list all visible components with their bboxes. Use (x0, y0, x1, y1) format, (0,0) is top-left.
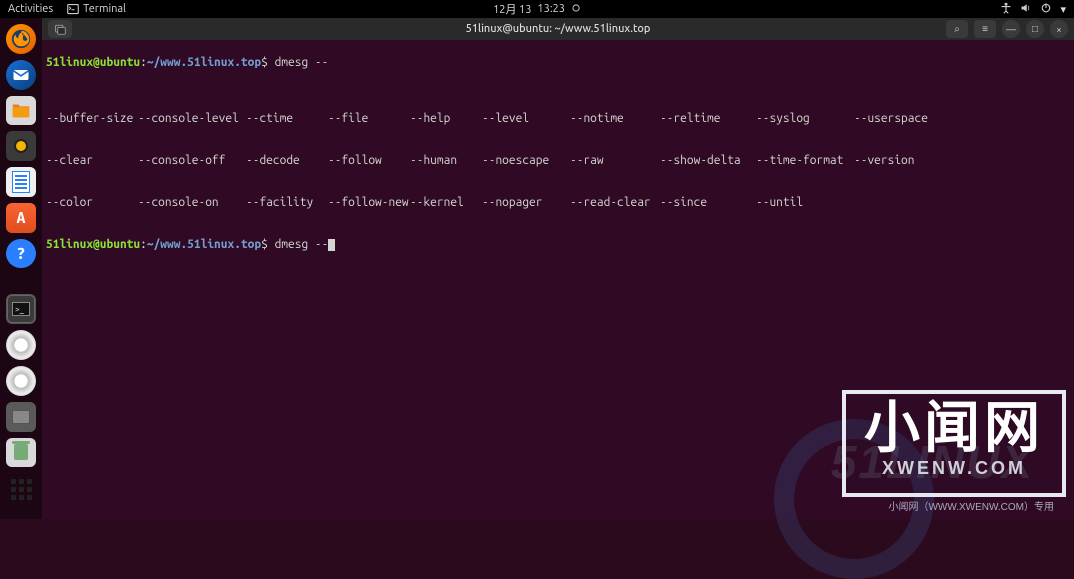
completion-item: --show-delta (660, 154, 756, 168)
prompt-command: dmesg -- (275, 56, 329, 69)
completion-item: --decode (246, 154, 328, 168)
completion-list: --buffer-size--console-level--ctime--fil… (46, 84, 1070, 224)
close-button[interactable]: × (1050, 20, 1068, 38)
completion-item: --console-on (138, 196, 246, 210)
minimize-icon: — (1006, 24, 1016, 35)
power-icon (1040, 2, 1052, 17)
completion-item: --buffer-size (46, 112, 138, 126)
accessibility-icon (1000, 2, 1012, 17)
clock-area[interactable]: 12月 13 13:23 (493, 1, 581, 17)
maximize-icon: □ (1032, 23, 1038, 35)
date-label: 12月 13 (493, 1, 531, 17)
completion-item: --console-level (138, 112, 246, 126)
completion-item: --color (46, 196, 138, 210)
dock-help-icon[interactable]: ? (6, 239, 36, 269)
completion-item: --since (660, 196, 756, 210)
completion-item: --notime (570, 112, 660, 126)
dock-rhythmbox-icon[interactable] (6, 131, 36, 161)
terminal-cursor (328, 239, 335, 251)
dock-software-icon[interactable]: A (6, 203, 36, 233)
completion-item: --console-off (138, 154, 246, 168)
gnome-top-bar: Activities Terminal 12月 13 13:23 ▾ (0, 0, 1074, 18)
completion-item: --raw (570, 154, 660, 168)
dock-libreoffice-icon[interactable] (6, 167, 36, 197)
prompt-user: 51linux (46, 56, 93, 69)
dock-disk-icon[interactable] (6, 402, 36, 432)
app-menu-terminal[interactable]: Terminal (67, 3, 126, 15)
completion-item: --read-clear (570, 196, 660, 210)
dock-disc2-icon[interactable] (6, 366, 36, 396)
time-label: 13:23 (537, 3, 565, 15)
completion-item: --nopager (482, 196, 570, 210)
completion-item: --until (756, 196, 854, 210)
completion-item: --human (410, 154, 482, 168)
completion-item: --follow (328, 154, 410, 168)
terminal-titlebar: 51linux@ubuntu: ~/www.51linux.top ⌕ ≡ — … (42, 18, 1074, 40)
dock-show-apps-icon[interactable] (6, 479, 36, 509)
completion-row: --color--console-on--facility--follow-ne… (46, 196, 1070, 210)
completion-row: --clear--console-off--decode--follow--hu… (46, 154, 1070, 168)
watermark-footer: 小闻网（WWW.XWENW.COM）专用 (888, 498, 1054, 513)
dock-firefox-icon[interactable] (6, 24, 36, 54)
completion-item: --file (328, 112, 410, 126)
volume-icon (1020, 2, 1032, 17)
watermark-title: 小闻网 (864, 400, 1044, 456)
completion-item (854, 196, 944, 210)
completion-item: --ctime (246, 112, 328, 126)
completion-item: --noescape (482, 154, 570, 168)
search-button[interactable]: ⌕ (946, 20, 968, 38)
completion-item: --syslog (756, 112, 854, 126)
search-icon: ⌕ (954, 23, 960, 35)
dock-files-icon[interactable] (6, 96, 36, 126)
completion-row: --buffer-size--console-level--ctime--fil… (46, 112, 1070, 126)
menu-icon: ≡ (982, 23, 988, 35)
watermark-subtitle: XWENW.COM (882, 458, 1026, 479)
close-icon: × (1056, 24, 1062, 35)
chevron-down-icon: ▾ (1060, 3, 1066, 16)
watermark-box: 小闻网 XWENW.COM (842, 390, 1066, 497)
hamburger-menu-button[interactable]: ≡ (974, 20, 996, 38)
minimize-button[interactable]: — (1002, 20, 1020, 38)
ubuntu-dock: A ? >_ (0, 18, 42, 519)
completion-item: --time-format (756, 154, 854, 168)
completion-item: --level (482, 112, 570, 126)
activities-button[interactable]: Activities (8, 3, 53, 15)
app-menu-label: Terminal (83, 3, 126, 15)
completion-item: --facility (246, 196, 328, 210)
dock-thunderbird-icon[interactable] (6, 60, 36, 90)
completion-item: --help (410, 112, 482, 126)
dock-terminal-icon[interactable]: >_ (6, 294, 36, 324)
completion-item: --version (854, 154, 944, 168)
prompt-host: ubuntu (100, 56, 140, 69)
terminal-line-1: 51linux@ubuntu:~/www.51linux.top$ dmesg … (46, 56, 1070, 70)
completion-item: --follow-new (328, 196, 410, 210)
terminal-icon (67, 3, 79, 15)
system-status-area[interactable]: ▾ (1000, 2, 1066, 17)
window-title: 51linux@ubuntu: ~/www.51linux.top (466, 23, 651, 35)
maximize-button[interactable]: □ (1026, 20, 1044, 38)
completion-item: --userspace (854, 112, 944, 126)
dock-trash-icon[interactable] (6, 438, 36, 468)
completion-item: --clear (46, 154, 138, 168)
prompt-path: ~/www.51linux.top (147, 56, 261, 69)
dock-disc1-icon[interactable] (6, 330, 36, 360)
completion-item: --reltime (660, 112, 756, 126)
notification-icon (571, 3, 581, 16)
completion-item: --kernel (410, 196, 482, 210)
terminal-line-2: 51linux@ubuntu:~/www.51linux.top$ dmesg … (46, 238, 1070, 252)
new-tab-button[interactable] (48, 20, 72, 38)
